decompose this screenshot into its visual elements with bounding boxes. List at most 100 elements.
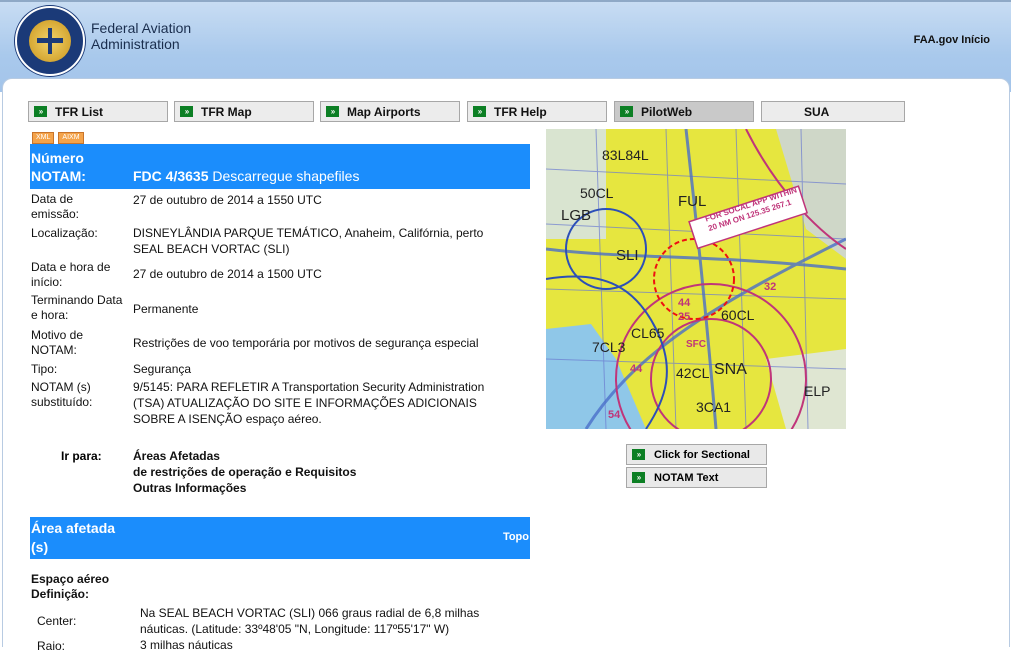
xml-badge[interactable]: XML — [32, 132, 55, 144]
map-label: 7CL3 — [592, 339, 626, 355]
center-label: Center: — [37, 614, 77, 628]
label-line: substituído: — [31, 395, 93, 409]
notam-number-label-line2: NOTAM: — [31, 168, 86, 184]
field-label-issue-date: Data de emissão: — [31, 192, 79, 222]
field-value-type: Segurança — [133, 362, 192, 376]
aixm-badge[interactable]: AIXM — [58, 132, 84, 144]
field-label-type: Tipo: — [31, 362, 58, 376]
field-label-end-date: Terminando Data e hora: — [31, 293, 122, 323]
download-shapefiles-link[interactable]: Descarregue shapefiles — [212, 168, 359, 184]
value-line: SOBRE A ISENÇÃO espaço aéreo. — [133, 412, 322, 426]
field-value-start-date: 27 de outubro de 2014 a 1500 UTC — [133, 267, 322, 281]
map-label: SFC — [686, 339, 706, 350]
agency-name-line1: Federal Aviation — [91, 20, 192, 36]
nav-label: SUA — [804, 105, 830, 119]
value-line: Na SEAL BEACH VORTAC (SLI) 066 graus rad… — [140, 606, 480, 620]
label-line: NOTAM: — [31, 343, 77, 357]
value-line: (TSA) ATUALIZAÇÃO DO SITE E INFORMAÇÕES … — [133, 396, 477, 410]
field-label-replaced: NOTAM (s) substituído: — [31, 380, 92, 410]
map-label: 54 — [608, 409, 621, 421]
double-arrow-icon: » — [632, 449, 645, 460]
notam-number: FDC 4/3635 — [133, 168, 209, 184]
value-line: 9/5145: PARA REFLETIR A Transportation S… — [133, 380, 485, 394]
header-top-border — [0, 0, 1011, 2]
agency-name-line2: Administration — [91, 36, 180, 52]
radius-value: 3 milhas náuticas — [140, 638, 233, 652]
map-label: ELP — [804, 383, 831, 399]
label-line: Espaço aéreo — [31, 572, 110, 586]
button-label: NOTAM Text — [654, 472, 719, 484]
label-line: Motivo de — [31, 328, 84, 342]
field-value-location: DISNEYLÂNDIA PARQUE TEMÁTICO, Anaheim, C… — [133, 225, 483, 257]
label-line: e hora: — [31, 308, 69, 322]
map-label: 25 — [678, 311, 691, 323]
faa-seal-icon[interactable] — [15, 6, 85, 76]
notam-number-row: FDC 4/3635 Descarregue shapefiles — [133, 168, 359, 184]
nav-tfr-help[interactable]: » TFR Help — [467, 101, 607, 122]
double-arrow-icon: » — [620, 106, 633, 117]
nav-label: TFR Help — [494, 105, 547, 119]
map-label: LGB — [561, 207, 592, 224]
label-line: NOTAM (s) — [31, 380, 91, 394]
value-line: SEAL BEACH VORTAC (SLI) — [133, 242, 290, 256]
field-label-location: Localização: — [31, 226, 98, 240]
nav-sua[interactable]: SUA — [761, 101, 905, 122]
field-value-end-date: Permanente — [133, 302, 199, 316]
value-line: náuticas. (Latitude: 33º48'05 "N, Longit… — [140, 622, 450, 636]
double-arrow-icon: » — [180, 106, 193, 117]
map-label: SLI — [616, 247, 639, 264]
faa-home-link[interactable]: FAA.gov Início — [914, 34, 990, 46]
map-label: 44 — [630, 363, 643, 375]
nav-label: TFR Map — [201, 105, 252, 119]
nav-label: PilotWeb — [641, 105, 693, 119]
affected-area-bar: Área afetada (s) Topo — [30, 517, 530, 559]
top-link[interactable]: Topo — [503, 531, 529, 543]
nav-pilotweb[interactable]: » PilotWeb — [614, 101, 754, 122]
map-label: SNA — [714, 361, 747, 378]
double-arrow-icon: » — [326, 106, 339, 117]
label-line: Definição: — [31, 587, 90, 601]
map-label: 44 — [678, 297, 691, 309]
value-line: DISNEYLÂNDIA PARQUE TEMÁTICO, Anaheim, C… — [133, 226, 484, 240]
center-value: Na SEAL BEACH VORTAC (SLI) 066 graus rad… — [140, 605, 479, 637]
nav-label: TFR List — [55, 105, 103, 119]
affected-area-title: Área afetada (s) — [31, 519, 115, 557]
map-label: 50CL — [580, 185, 614, 201]
notam-number-label-line1: Número — [31, 150, 84, 166]
map-label: 83L84L — [602, 147, 649, 163]
field-value-reason: Restrições de voo temporária por motivos… — [133, 336, 479, 350]
nav-map-airports[interactable]: » Map Airports — [320, 101, 460, 122]
title-line: Área afetada — [31, 520, 116, 536]
nav-tfr-map[interactable]: » TFR Map — [174, 101, 314, 122]
field-label-start-date: Data e hora de início: — [31, 260, 110, 290]
sectional-map-graphic — [546, 129, 846, 429]
notam-number-label: Número NOTAM: — [31, 149, 86, 185]
map-label: CL65 — [631, 325, 665, 341]
sectional-map[interactable]: FOR SOCAL APP WITHIN 20 NM ON 125.35 267… — [546, 129, 846, 429]
goto-restrictions-link[interactable]: de restrições de operação e Requisitos — [133, 465, 356, 479]
label-line: início: — [31, 275, 63, 289]
nav-label: Map Airports — [347, 105, 421, 119]
title-line: (s) — [31, 539, 49, 555]
double-arrow-icon: » — [473, 106, 486, 117]
notam-number-bar: Número NOTAM: FDC 4/3635 Descarregue sha… — [30, 144, 530, 189]
label-line: Terminando Data — [31, 293, 123, 307]
goto-label: Ir para: — [61, 449, 102, 463]
double-arrow-icon: » — [34, 106, 47, 117]
label-line: emissão: — [31, 207, 80, 221]
label-line: Data de — [31, 192, 74, 206]
label-line: Data e hora de — [31, 260, 111, 274]
airspace-definition-label: Espaço aéreo Definição: — [31, 572, 109, 602]
nav-tfr-list[interactable]: » TFR List — [28, 101, 168, 122]
button-label: Click for Sectional — [654, 449, 750, 461]
agency-name[interactable]: Federal Aviation Administration — [91, 20, 191, 52]
map-label: 42CL — [676, 365, 710, 381]
click-for-sectional-button[interactable]: » Click for Sectional — [626, 444, 767, 465]
double-arrow-icon: » — [632, 472, 645, 483]
goto-affected-areas-link[interactable]: Áreas Afetadas — [133, 449, 220, 463]
goto-other-info-link[interactable]: Outras Informações — [133, 481, 246, 495]
map-label: 3CA1 — [696, 399, 732, 415]
field-label-reason: Motivo de NOTAM: — [31, 328, 83, 358]
notam-text-button[interactable]: » NOTAM Text — [626, 467, 767, 488]
seal-body — [48, 28, 52, 54]
